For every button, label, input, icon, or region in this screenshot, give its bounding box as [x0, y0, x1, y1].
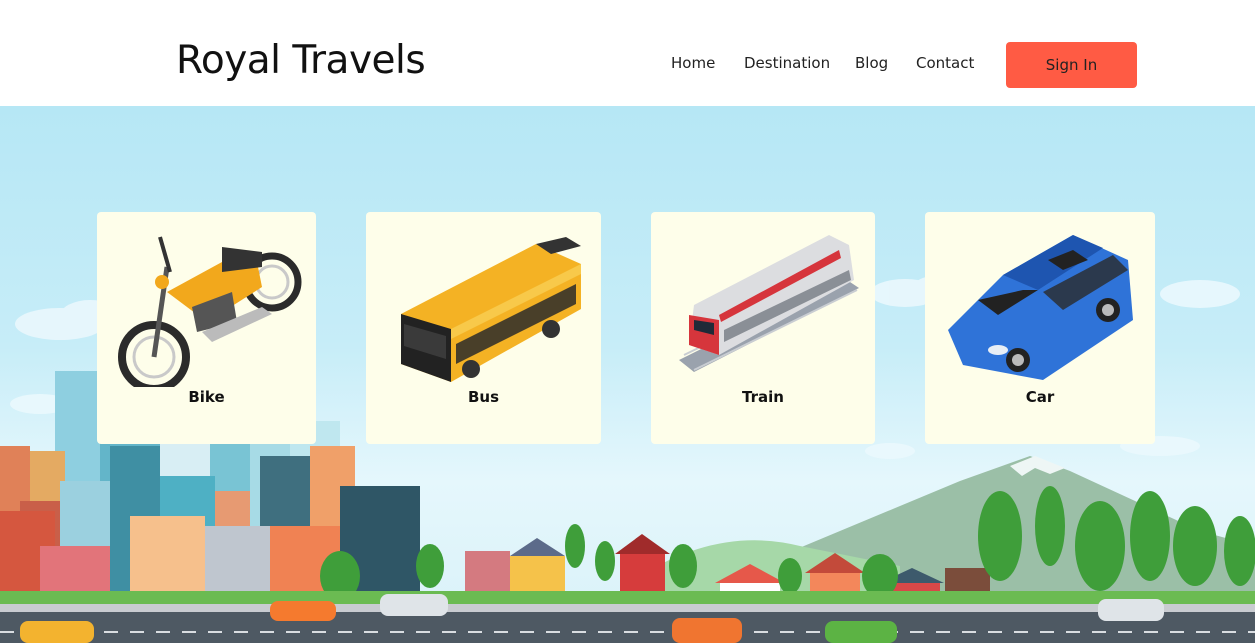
vehicle-label-car: Car [1025, 388, 1055, 406]
vehicle-label-bus: Bus [467, 388, 500, 406]
sign-in-button[interactable]: Sign In [1006, 42, 1137, 88]
bus-icon [401, 237, 581, 382]
nav-blog-link[interactable]: Blog [855, 54, 888, 72]
vehicle-card-car[interactable]: Car [925, 212, 1155, 444]
nav-contact-link[interactable]: Contact [916, 54, 974, 72]
site-header: Royal Travels Home Destination Blog Cont… [0, 0, 1255, 106]
vehicle-card-train[interactable]: Train [651, 212, 875, 444]
vehicle-card-bike[interactable]: Bike [97, 212, 316, 444]
vehicle-label-train: Train [742, 388, 784, 406]
vehicle-label-bike: Bike [188, 388, 225, 406]
nav-destination-link[interactable]: Destination [744, 54, 830, 72]
car-icon [948, 235, 1133, 380]
motorbike-icon [118, 236, 302, 387]
train-icon [679, 235, 859, 372]
vehicle-card-bus[interactable]: Bus [366, 212, 601, 444]
nav-home-link[interactable]: Home [671, 54, 715, 72]
brand-logo-text[interactable]: Royal Travels [176, 38, 426, 83]
